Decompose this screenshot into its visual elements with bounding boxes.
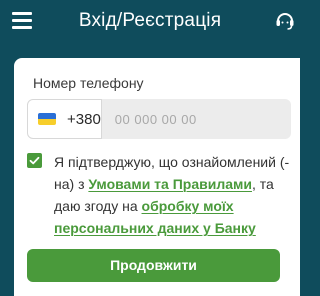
ukraine-flag-icon [38,113,56,125]
phone-label: Номер телефону [33,75,144,91]
login-card: Номер телефону +380 Я підтверджую, що оз… [14,58,300,296]
country-code: +380 [67,110,101,128]
support-chat-icon[interactable] [274,10,296,32]
country-code-select[interactable]: +380 [27,99,102,139]
consent-text: Я підтверджую, що ознайомлений (-на) з У… [54,151,292,239]
phone-number-input[interactable] [101,99,291,139]
terms-link[interactable]: Умовами та Правилами [88,176,252,192]
continue-button[interactable]: Продовжити [27,249,280,282]
phone-field-group: +380 [27,99,291,139]
app-header: Вхід/Реєстрація [0,0,300,46]
page-title: Вхід/Реєстрація [78,10,222,31]
checkmark-icon [29,156,40,165]
consent-checkbox[interactable] [27,153,42,168]
